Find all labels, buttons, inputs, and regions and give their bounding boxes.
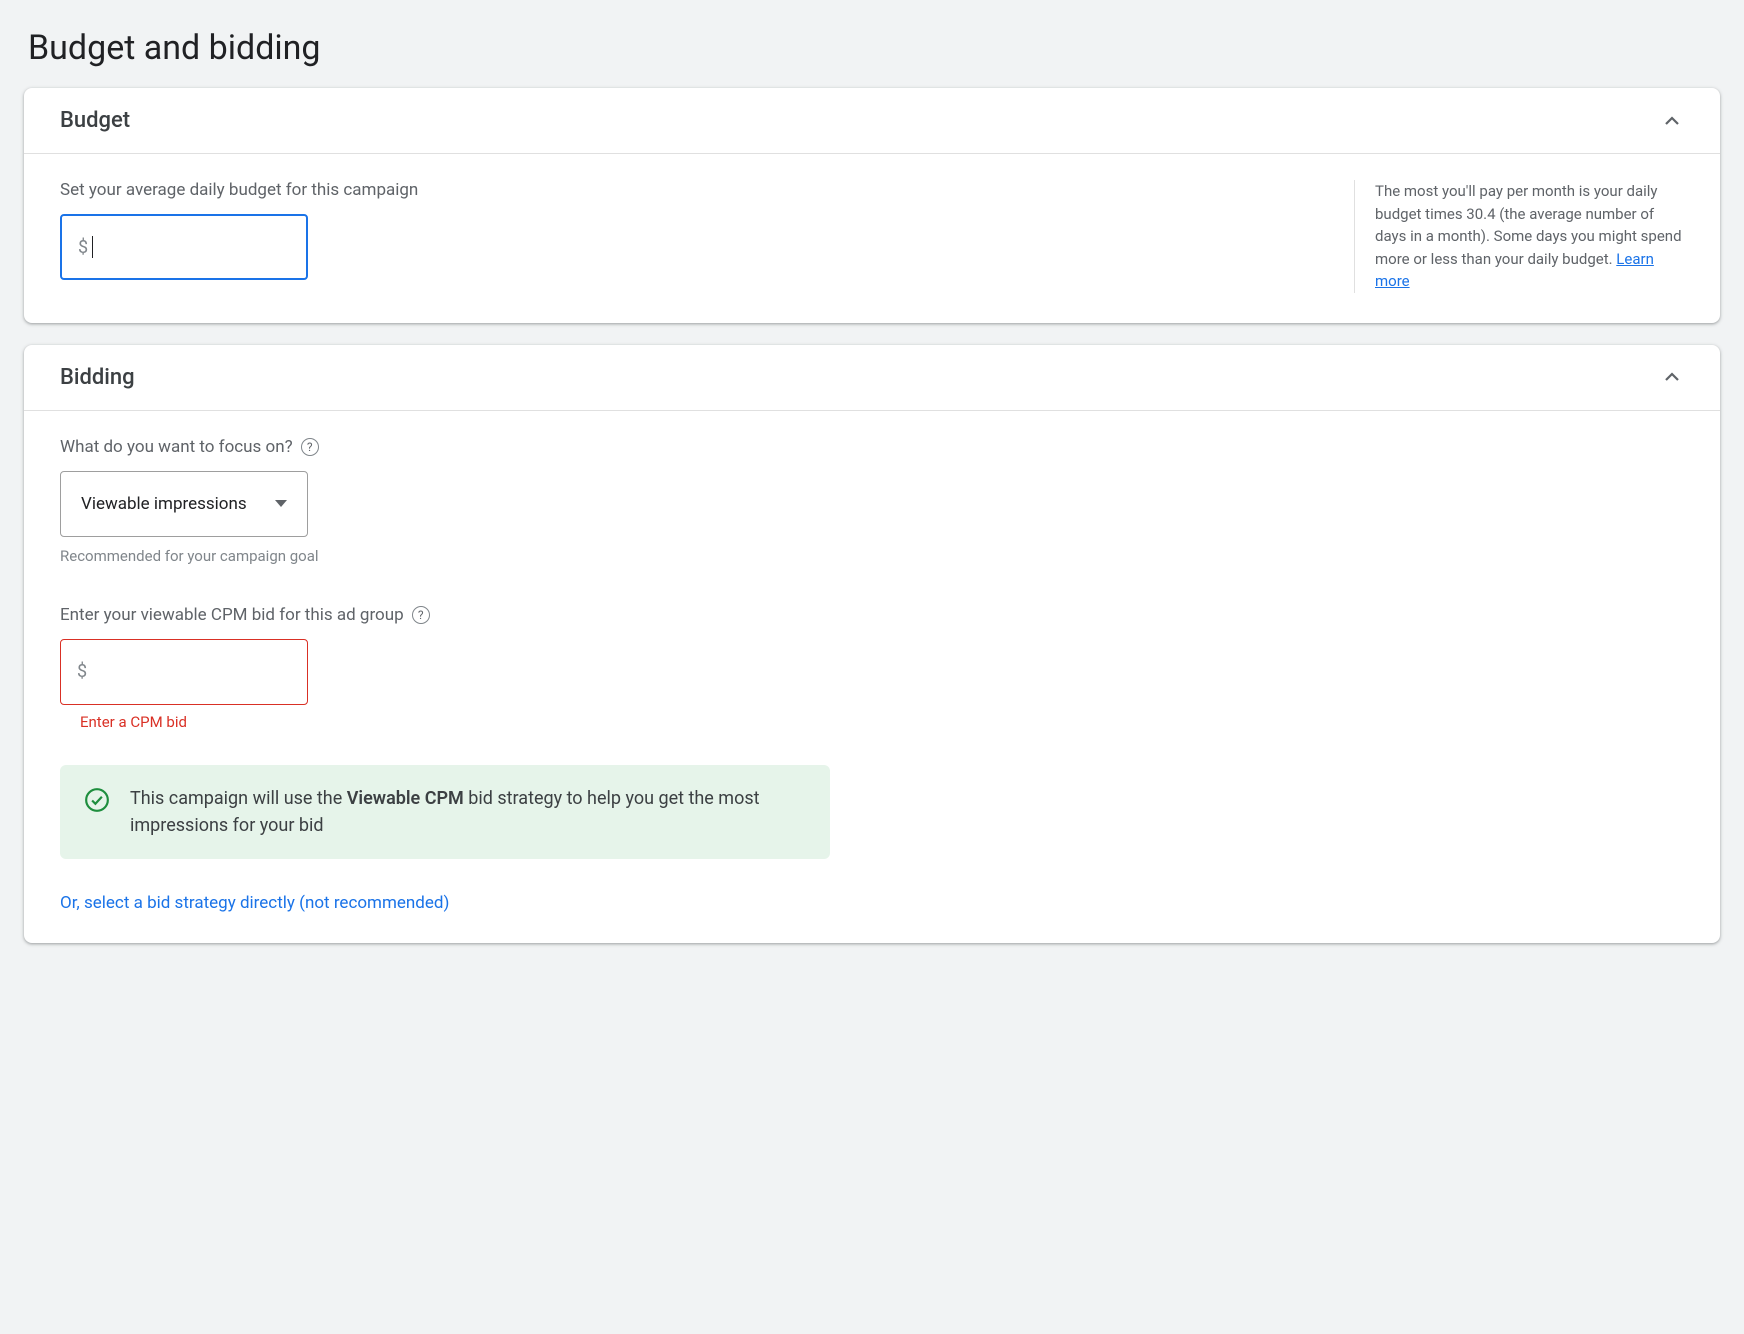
- dropdown-arrow-icon: [275, 500, 287, 507]
- check-circle-icon: [84, 787, 110, 813]
- bidding-card: Bidding What do you want to focus on? ? …: [24, 345, 1720, 943]
- focus-helper-text: Recommended for your campaign goal: [60, 547, 1684, 565]
- page-title: Budget and bidding: [28, 28, 1720, 68]
- cpm-error-text: Enter a CPM bid: [80, 713, 1684, 731]
- focus-label-text: What do you want to focus on?: [60, 437, 293, 457]
- focus-field-label: What do you want to focus on? ?: [60, 437, 1684, 457]
- select-strategy-directly-link[interactable]: Or, select a bid strategy directly (not …: [60, 893, 1684, 913]
- chevron-up-icon: [1660, 365, 1684, 389]
- help-icon[interactable]: ?: [301, 438, 319, 456]
- budget-side-info: The most you'll pay per month is your da…: [1354, 180, 1684, 293]
- currency-symbol: $: [77, 661, 87, 682]
- bidding-card-header[interactable]: Bidding: [24, 345, 1720, 411]
- cpm-label-text: Enter your viewable CPM bid for this ad …: [60, 605, 404, 625]
- budget-header-title: Budget: [60, 108, 130, 133]
- cpm-field-label: Enter your viewable CPM bid for this ad …: [60, 605, 1684, 625]
- budget-card-header[interactable]: Budget: [24, 88, 1720, 154]
- focus-selected-value: Viewable impressions: [81, 494, 247, 514]
- budget-card: Budget Set your average daily budget for…: [24, 88, 1720, 323]
- budget-input[interactable]: [93, 237, 290, 258]
- focus-select[interactable]: Viewable impressions: [60, 471, 308, 537]
- help-icon[interactable]: ?: [412, 606, 430, 624]
- cpm-input-wrapper[interactable]: $: [60, 639, 308, 705]
- budget-input-wrapper[interactable]: $: [60, 214, 308, 280]
- strategy-info-text: This campaign will use the Viewable CPM …: [130, 785, 806, 839]
- budget-field-label: Set your average daily budget for this c…: [60, 180, 1334, 200]
- cpm-input[interactable]: [91, 661, 291, 682]
- chevron-up-icon: [1660, 109, 1684, 133]
- bidding-header-title: Bidding: [60, 365, 135, 390]
- strategy-info-banner: This campaign will use the Viewable CPM …: [60, 765, 830, 859]
- currency-symbol: $: [78, 237, 88, 258]
